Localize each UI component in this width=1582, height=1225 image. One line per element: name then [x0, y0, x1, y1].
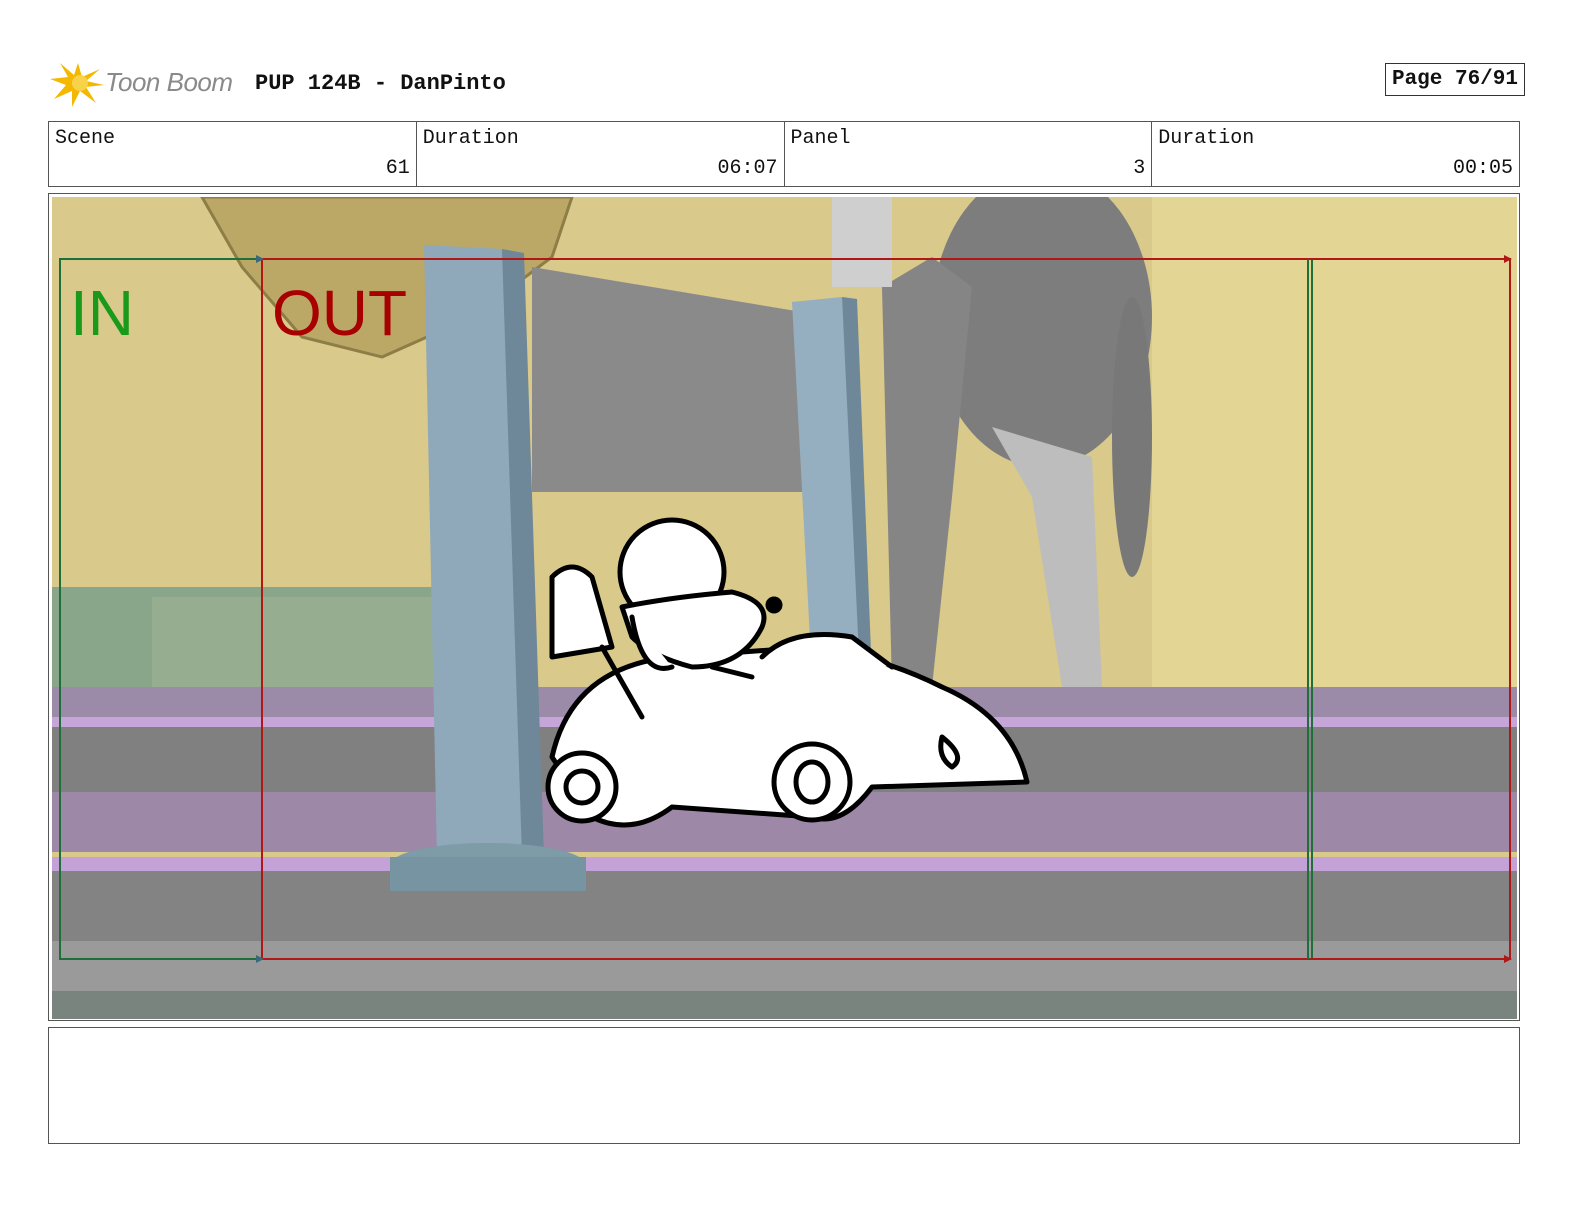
panel-artwork: IN OUT [52, 197, 1517, 1019]
page-number: Page 76/91 [1384, 63, 1525, 96]
panel-label: Panel [790, 127, 851, 150]
scene-duration-value: 06:07 [717, 157, 778, 180]
storyboard-panel: IN OUT [48, 193, 1520, 1021]
scene-duration-label: Duration [422, 127, 519, 150]
out-marker-label: OUT [272, 277, 407, 349]
panel-value: 3 [1133, 157, 1146, 180]
in-marker-label: IN [70, 277, 134, 349]
scene-label: Scene [55, 127, 116, 150]
storyboard-title: PUP 124B - DanPinto [255, 71, 506, 96]
starburst-icon [50, 63, 104, 107]
panel-duration-cell: Duration 00:05 [1152, 122, 1519, 186]
panel-cell: Panel 3 [785, 122, 1153, 186]
toon-boom-logo: Toon Boom [50, 59, 240, 107]
panel-notes-box [48, 1027, 1520, 1144]
scene-info-row: Scene 61 Duration 06:07 Panel 3 Duration… [48, 121, 1520, 187]
scene-value: 61 [385, 157, 410, 180]
scene-cell: Scene 61 [49, 122, 417, 186]
page-header: Toon Boom PUP 124B - DanPinto Page 76/91 [50, 55, 1540, 110]
panel-duration-value: 00:05 [1452, 157, 1513, 180]
scene-duration-cell: Duration 06:07 [417, 122, 785, 186]
panel-duration-label: Duration [1158, 127, 1255, 150]
logo-text: Toon Boom [105, 67, 233, 97]
